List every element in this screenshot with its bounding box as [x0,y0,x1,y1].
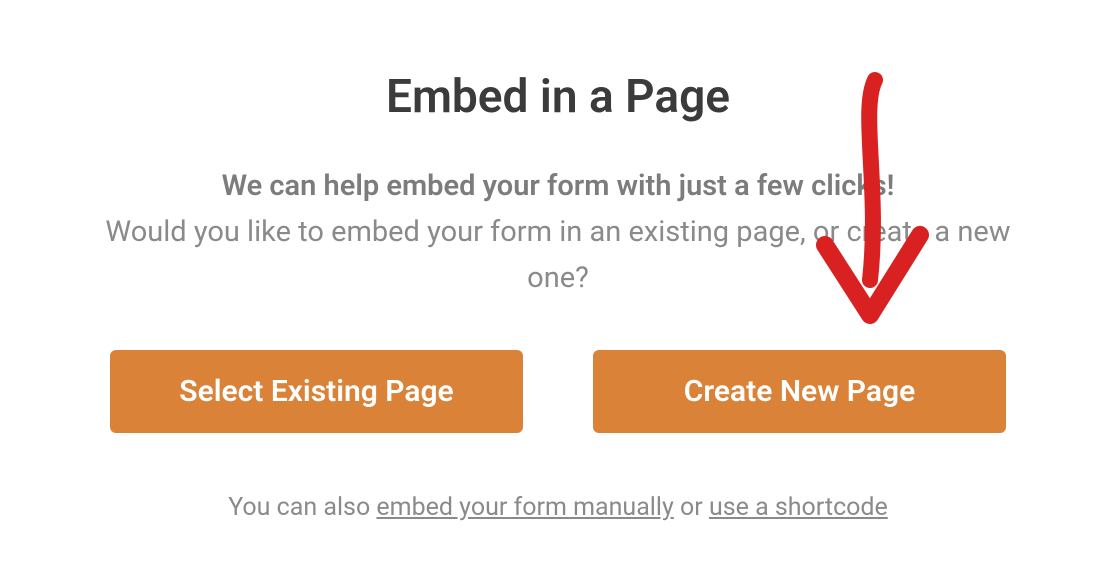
create-new-page-button[interactable]: Create New Page [593,350,1006,433]
modal-footer-text: You can also embed your form manually or… [100,493,1016,522]
footer-middle: or [674,493,709,522]
embed-modal: Embed in a Page We can help embed your f… [0,0,1116,562]
modal-lead-text: We can help embed your form with just a … [100,164,1016,209]
button-row: Select Existing Page Create New Page [110,350,1006,433]
modal-title: Embed in a Page [100,70,1016,124]
embed-manually-link[interactable]: embed your form manually [376,493,673,522]
use-shortcode-link[interactable]: use a shortcode [709,493,888,522]
modal-sub-text: Would you like to embed your form in an … [100,209,1016,302]
footer-prefix: You can also [228,493,376,522]
select-existing-page-button[interactable]: Select Existing Page [110,350,523,433]
